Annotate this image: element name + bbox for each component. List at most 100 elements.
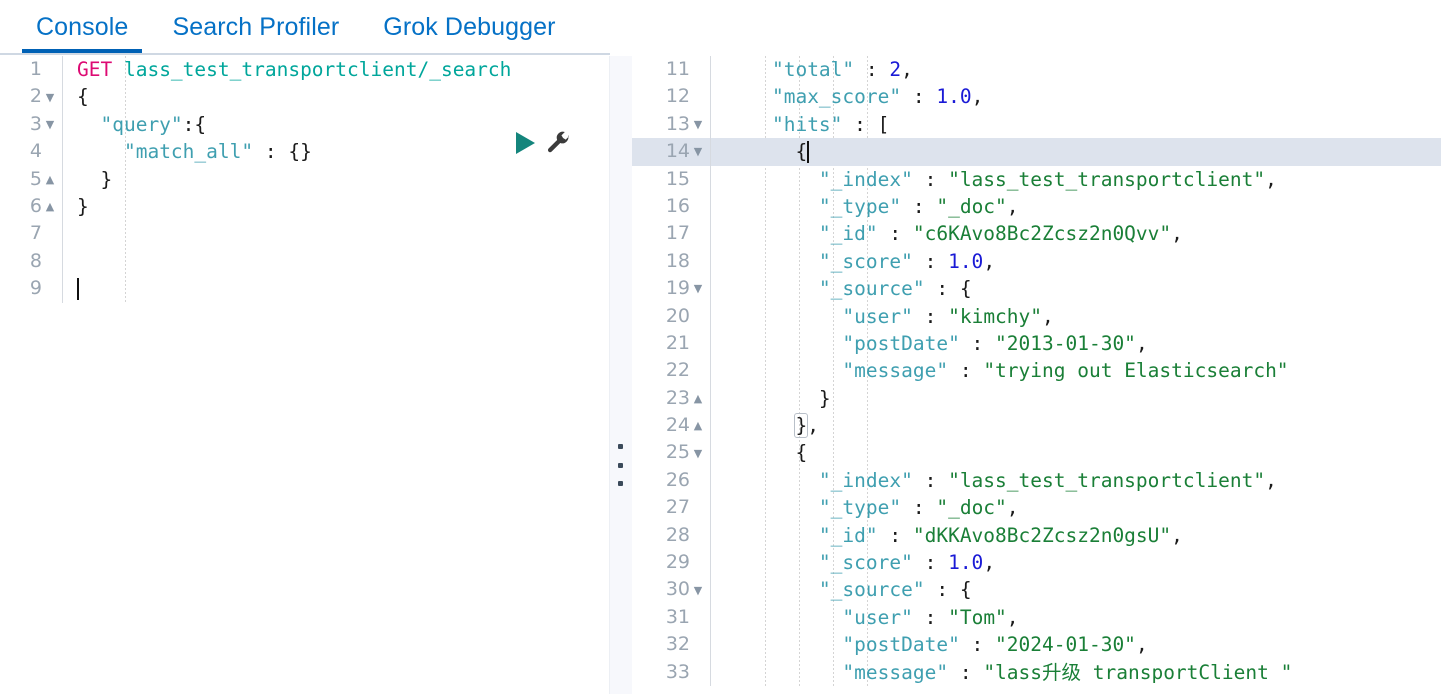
- code-line-text[interactable]: "user" : "Tom",: [711, 604, 1441, 631]
- request-code-block[interactable]: 1 GET lass_test_transportclient/_search 2 ▼…: [0, 56, 610, 303]
- line-number-gutter[interactable]: 30 ▼: [632, 576, 710, 603]
- line-number-gutter[interactable]: 11: [632, 56, 710, 83]
- code-line-text[interactable]: "total" : 2,: [711, 56, 1441, 83]
- fold-chevron-down-icon[interactable]: ▼: [690, 146, 706, 157]
- line-number-gutter[interactable]: 25 ▼: [632, 439, 710, 466]
- line-number-gutter[interactable]: 21: [632, 330, 710, 357]
- pane-resizer-grip[interactable]: [615, 444, 625, 486]
- code-line[interactable]: 9: [0, 275, 610, 303]
- code-line-text[interactable]: "message" : "lass升级 transportClient ": [711, 659, 1441, 686]
- fold-chevron-down-icon[interactable]: ▼: [42, 92, 58, 103]
- wrench-icon[interactable]: [545, 130, 571, 156]
- tab-grok-debugger[interactable]: Grok Debugger: [369, 0, 569, 54]
- fold-chevron-down-icon[interactable]: ▼: [690, 585, 706, 596]
- fold-chevron-down-icon[interactable]: ▼: [690, 283, 706, 294]
- line-number-gutter[interactable]: 32: [632, 631, 710, 658]
- code-line[interactable]: 13 ▼ "hits" : [: [632, 110, 1441, 139]
- code-line-text[interactable]: },: [711, 412, 1441, 439]
- code-line-text[interactable]: {: [711, 138, 1441, 165]
- line-number-gutter[interactable]: 7: [0, 220, 62, 247]
- code-line-text[interactable]: "_score" : 1.0,: [711, 248, 1441, 275]
- line-number-gutter[interactable]: 20: [632, 303, 710, 330]
- line-number-gutter[interactable]: 18: [632, 248, 710, 275]
- code-line-text[interactable]: "postDate" : "2024-01-30",: [711, 631, 1441, 658]
- code-line-text[interactable]: "_index" : "lass_test_transportclient",: [711, 467, 1441, 494]
- fold-chevron-up-icon[interactable]: ▲: [42, 201, 58, 212]
- code-line[interactable]: 27 "_type" : "_doc",: [632, 494, 1441, 522]
- code-line[interactable]: 16 "_type" : "_doc",: [632, 192, 1441, 221]
- code-line-text[interactable]: "max_score" : 1.0,: [711, 83, 1441, 110]
- line-number-gutter[interactable]: 3 ▼: [0, 111, 62, 138]
- line-number-gutter[interactable]: 17: [632, 220, 710, 247]
- fold-chevron-down-icon[interactable]: ▼: [690, 448, 706, 459]
- code-line[interactable]: 5 ▲ }: [0, 165, 610, 193]
- line-number-gutter[interactable]: 19 ▼: [632, 275, 710, 302]
- code-line-text[interactable]: "message" : "trying out Elasticsearch": [711, 357, 1441, 384]
- code-line[interactable]: 30 ▼ "_source" : {: [632, 576, 1441, 604]
- response-code-block[interactable]: 11 "total" : 2, 12 "max_score" : 1.0, 13 ▼ …: [632, 56, 1441, 686]
- code-line-text[interactable]: "_index" : "lass_test_transportclient",: [711, 166, 1441, 193]
- code-line[interactable]: 31 "user" : "Tom",: [632, 603, 1441, 632]
- code-line-text[interactable]: {: [711, 439, 1441, 466]
- line-number-gutter[interactable]: 29: [632, 549, 710, 576]
- code-line[interactable]: 2 ▼ {: [0, 83, 610, 111]
- code-line-text[interactable]: [63, 248, 610, 275]
- line-number-gutter[interactable]: 9: [0, 275, 62, 302]
- line-number-gutter[interactable]: 28: [632, 522, 710, 549]
- line-number-gutter[interactable]: 12: [632, 83, 710, 110]
- line-number-gutter[interactable]: 33: [632, 659, 710, 686]
- code-line-text[interactable]: "hits" : [: [711, 111, 1441, 138]
- fold-chevron-up-icon[interactable]: ▲: [690, 420, 706, 431]
- code-line-text[interactable]: {: [63, 83, 610, 110]
- code-line-text[interactable]: "user" : "kimchy",: [711, 303, 1441, 330]
- code-line[interactable]: 6 ▲}: [0, 192, 610, 221]
- line-number-gutter[interactable]: 26: [632, 467, 710, 494]
- line-number-gutter[interactable]: 2 ▼: [0, 83, 62, 110]
- code-line[interactable]: 8: [0, 247, 610, 276]
- code-line[interactable]: 18 "_score" : 1.0,: [632, 247, 1441, 276]
- code-line-text[interactable]: "_source" : {: [711, 576, 1441, 603]
- code-line[interactable]: 32 "postDate" : "2024-01-30",: [632, 631, 1441, 659]
- code-line[interactable]: 25 ▼ {: [632, 439, 1441, 467]
- code-line[interactable]: 23 ▲ }: [632, 384, 1441, 413]
- code-line-text[interactable]: [63, 220, 610, 247]
- code-line-text[interactable]: }: [63, 193, 610, 220]
- tab-console[interactable]: Console: [22, 0, 143, 54]
- fold-chevron-down-icon[interactable]: ▼: [690, 119, 706, 130]
- code-line-text[interactable]: "_type" : "_doc",: [711, 494, 1441, 521]
- tab-search-profiler[interactable]: Search Profiler: [158, 0, 353, 54]
- code-line[interactable]: 12 "max_score" : 1.0,: [632, 83, 1441, 111]
- code-line[interactable]: 22 "message" : "trying out Elasticsearch…: [632, 357, 1441, 385]
- code-line-text[interactable]: "_score" : 1.0,: [711, 549, 1441, 576]
- code-line-text[interactable]: "_id" : "c6KAvo8Bc2Zcsz2n0Qvv",: [711, 220, 1441, 247]
- code-line[interactable]: 26 "_index" : "lass_test_transportclient…: [632, 466, 1441, 495]
- code-line[interactable]: 15 "_index" : "lass_test_transportclient…: [632, 165, 1441, 193]
- line-number-gutter[interactable]: 4: [0, 138, 62, 165]
- code-line[interactable]: 28 "_id" : "dKKAvo8Bc2Zcsz2n0gsU",: [632, 521, 1441, 550]
- code-line-text[interactable]: }: [63, 166, 610, 193]
- play-triangle-icon[interactable]: [516, 132, 535, 154]
- line-number-gutter[interactable]: 14 ▼: [632, 138, 710, 165]
- code-line[interactable]: 29 "_score" : 1.0,: [632, 549, 1441, 577]
- code-line[interactable]: 19 ▼ "_source" : {: [632, 275, 1441, 303]
- code-line[interactable]: 24 ▲ },: [632, 412, 1441, 440]
- code-line-text[interactable]: "_source" : {: [711, 275, 1441, 302]
- line-number-gutter[interactable]: 24 ▲: [632, 412, 710, 439]
- line-number-gutter[interactable]: 13 ▼: [632, 111, 710, 138]
- code-line[interactable]: 7: [0, 220, 610, 248]
- line-number-gutter[interactable]: 27: [632, 494, 710, 521]
- line-number-gutter[interactable]: 15: [632, 166, 710, 193]
- fold-chevron-up-icon[interactable]: ▲: [690, 393, 706, 404]
- line-number-gutter[interactable]: 23 ▲: [632, 385, 710, 412]
- code-line-text[interactable]: [63, 275, 610, 302]
- code-line[interactable]: 21 "postDate" : "2013-01-30",: [632, 329, 1441, 358]
- fold-chevron-down-icon[interactable]: ▼: [42, 119, 58, 130]
- line-number-gutter[interactable]: 31: [632, 604, 710, 631]
- code-line-text[interactable]: "_type" : "_doc",: [711, 193, 1441, 220]
- code-line[interactable]: 33 "message" : "lass升级 transportClient ": [632, 658, 1441, 686]
- code-line-text[interactable]: GET lass_test_transportclient/_search: [63, 56, 610, 83]
- code-line-text[interactable]: }: [711, 385, 1441, 412]
- code-line[interactable]: 20 "user" : "kimchy",: [632, 302, 1441, 330]
- code-line[interactable]: 14 ▼ {: [632, 138, 1441, 166]
- code-line-text[interactable]: "_id" : "dKKAvo8Bc2Zcsz2n0gsU",: [711, 522, 1441, 549]
